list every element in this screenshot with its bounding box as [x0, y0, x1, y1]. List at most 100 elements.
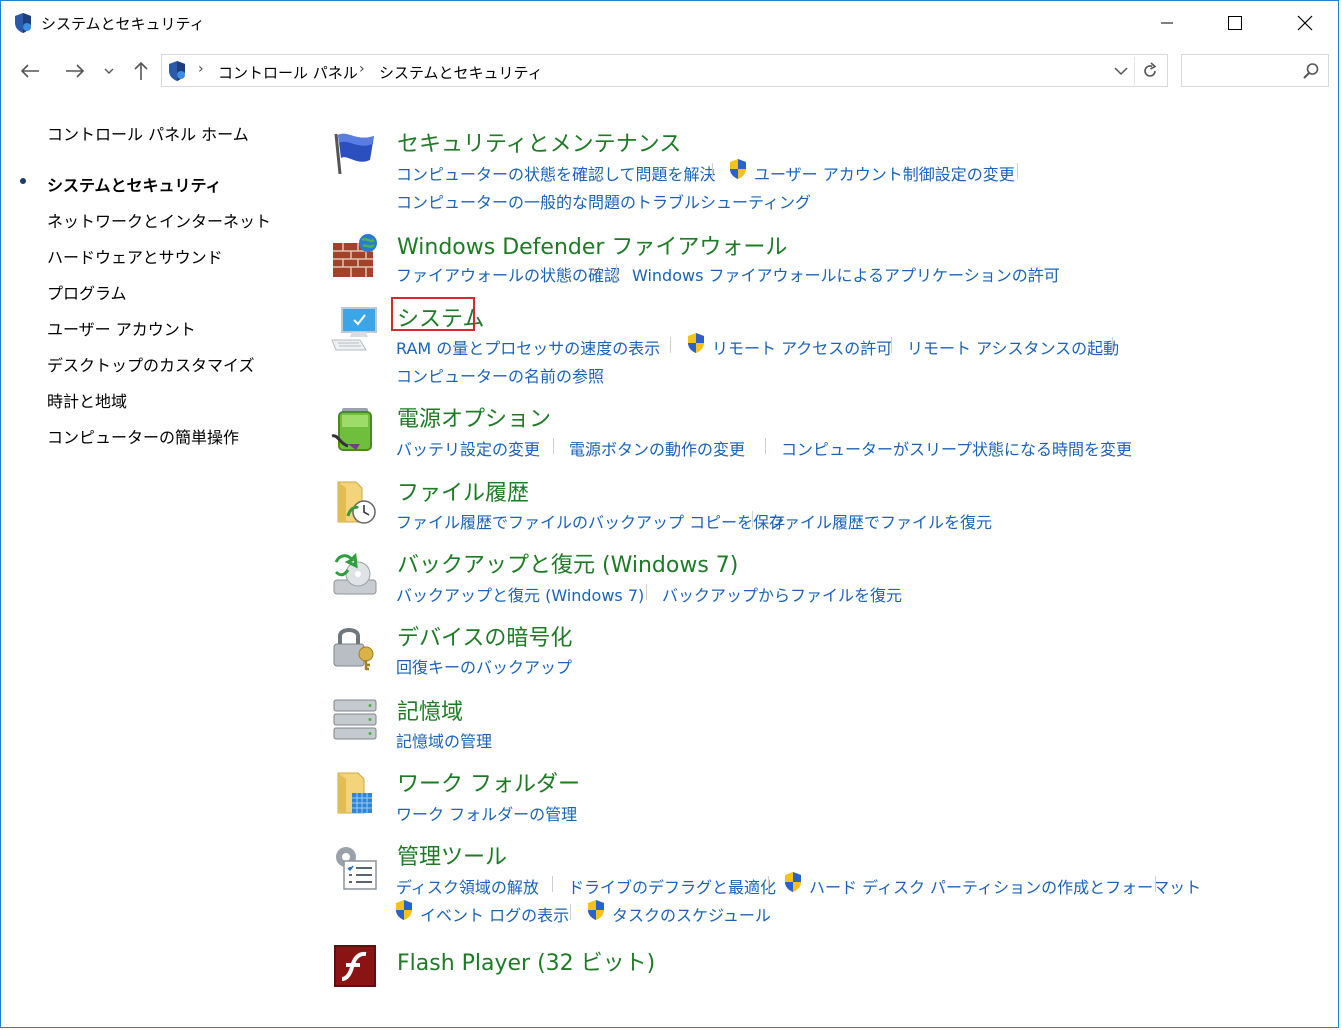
sidebar-item-personalization[interactable]: デスクトップのカスタマイズ — [47, 352, 255, 376]
close-icon — [1297, 15, 1313, 31]
minimize-icon — [1161, 22, 1173, 24]
link-separator — [646, 584, 647, 600]
firewall-icon — [333, 234, 377, 277]
computer-icon — [331, 307, 377, 351]
maximize-button[interactable] — [1212, 1, 1258, 45]
sidebar-item-ease-of-access[interactable]: コンピューターの簡単操作 — [47, 424, 239, 448]
work-folders-icon — [337, 772, 372, 814]
search-input[interactable] — [1181, 54, 1329, 87]
link-separator — [552, 876, 553, 892]
link-manage-storage[interactable]: 記憶域の管理 — [396, 728, 492, 752]
category-title-firewall[interactable]: Windows Defender ファイアウォール — [397, 229, 787, 261]
sidebar-item-programs[interactable]: プログラム — [47, 280, 127, 304]
link-firewall-status[interactable]: ファイアウォールの状態の確認 — [396, 262, 620, 286]
link-separator — [553, 438, 554, 454]
link-restore-files[interactable]: ファイル履歴でファイルを復元 — [768, 509, 992, 533]
link-separator — [670, 337, 671, 353]
link-separator — [570, 904, 571, 920]
link-view-event-logs[interactable]: イベント ログの表示 — [420, 902, 569, 926]
link-backup-recovery-key[interactable]: 回復キーのバックアップ — [396, 654, 572, 678]
sidebar-item-hardware-sound[interactable]: ハードウェアとサウンド — [47, 244, 223, 268]
link-see-computer-name[interactable]: コンピューターの名前の参照 — [396, 363, 604, 387]
link-allow-remote-access[interactable]: リモート アクセスの許可 — [712, 335, 892, 359]
title-bar: システムとセキュリティ — [1, 1, 1338, 47]
link-view-ram-processor[interactable]: RAM の量とプロセッサの速度の表示 — [396, 335, 660, 359]
storage-icon — [333, 699, 377, 740]
battery-icon — [331, 408, 372, 451]
flash-icon — [334, 945, 376, 987]
up-button[interactable] — [129, 59, 153, 83]
link-backup-restore-win7[interactable]: バックアップと復元 (Windows 7) — [396, 582, 644, 606]
category-title-file-history[interactable]: ファイル履歴 — [397, 475, 529, 507]
link-defragment-drives[interactable]: ドライブのデフラグと最適化 — [568, 874, 776, 898]
sidebar-item-clock-region[interactable]: 時計と地域 — [47, 388, 127, 412]
back-button[interactable] — [18, 59, 42, 83]
window-title: システムとセキュリティ — [41, 15, 205, 33]
category-title-power-options[interactable]: 電源オプション — [397, 401, 551, 433]
address-bar[interactable]: › コントロール パネル › システムとセキュリティ — [161, 54, 1168, 87]
category-title-security-maintenance[interactable]: セキュリティとメンテナンス — [397, 126, 681, 158]
link-separator — [891, 337, 892, 353]
uac-shield-icon — [396, 900, 412, 920]
refresh-icon — [1144, 62, 1157, 77]
link-free-disk-space[interactable]: ディスク領域の解放 — [396, 874, 539, 898]
link-allow-app[interactable]: Windows ファイアウォールによるアプリケーションの許可 — [632, 262, 1060, 286]
uac-shield-icon — [588, 900, 604, 920]
flag-icon — [334, 133, 374, 175]
category-title-device-encryption[interactable]: デバイスの暗号化 — [397, 620, 572, 652]
category-title-backup-restore[interactable]: バックアップと復元 (Windows 7) — [397, 547, 738, 579]
minimize-button[interactable] — [1144, 1, 1190, 45]
recent-locations-button[interactable] — [99, 59, 119, 83]
link-separator — [765, 438, 766, 454]
maximize-icon — [1228, 16, 1242, 30]
sidebar-item-system-security[interactable]: システムとセキュリティ — [47, 172, 222, 196]
link-separator — [1017, 163, 1018, 179]
sidebar-item-user-accounts[interactable]: ユーザー アカウント — [47, 316, 196, 340]
link-sleep-time[interactable]: コンピューターがスリープ状態になる時間を変更 — [781, 436, 1132, 460]
sidebar-item-network[interactable]: ネットワークとインターネット — [47, 208, 271, 232]
uac-shield-icon — [688, 333, 704, 353]
link-launch-remote-assistance[interactable]: リモート アシスタンスの起動 — [907, 335, 1119, 359]
back-arrow-icon — [20, 64, 39, 78]
close-button[interactable] — [1282, 1, 1328, 45]
forward-button[interactable] — [63, 59, 87, 83]
sidebar-item-control-panel-home[interactable]: コントロール パネル ホーム — [47, 121, 249, 145]
breadcrumb-system-security[interactable]: システムとセキュリティ — [379, 62, 543, 83]
admin-tools-icon — [336, 847, 377, 890]
control-panel-window: システムとセキュリティ › コントロール パネル › システムとセキュリティ コ… — [0, 0, 1339, 1028]
link-separator — [768, 876, 769, 892]
link-restore-from-backup[interactable]: バックアップからファイルを復元 — [662, 582, 902, 606]
category-title-flash-player[interactable]: Flash Player (32 ビット) — [397, 945, 655, 977]
address-dropdown-icon[interactable] — [1112, 62, 1130, 80]
highlight-box — [391, 297, 475, 331]
up-arrow-icon — [134, 61, 148, 80]
link-separator — [1155, 876, 1156, 892]
file-history-icon — [337, 481, 376, 524]
search-icon — [1303, 63, 1319, 79]
category-title-work-folders[interactable]: ワーク フォルダー — [397, 766, 580, 798]
uac-shield-icon — [730, 159, 746, 179]
link-troubleshooting[interactable]: コンピューターの一般的な問題のトラブルシューティング — [396, 189, 811, 213]
link-separator — [712, 163, 713, 179]
forward-arrow-icon — [66, 64, 85, 78]
link-battery-settings[interactable]: バッテリ設定の変更 — [396, 436, 540, 460]
link-separator — [1112, 337, 1113, 353]
refresh-button[interactable] — [1134, 57, 1165, 85]
link-separator — [616, 264, 617, 280]
link-create-format-partitions[interactable]: ハード ディスク パーティションの作成とフォーマット — [809, 874, 1201, 898]
current-item-bullet — [20, 178, 26, 184]
category-title-admin-tools[interactable]: 管理ツール — [397, 839, 507, 871]
link-schedule-tasks[interactable]: タスクのスケジュール — [612, 902, 771, 926]
link-power-buttons[interactable]: 電源ボタンの動作の変更 — [569, 436, 745, 460]
link-uac-settings[interactable]: ユーザー アカウント制御設定の変更 — [754, 161, 1015, 185]
link-save-backup-copies[interactable]: ファイル履歴でファイルのバックアップ コピーを保存 — [396, 509, 785, 533]
security-shield-icon — [169, 61, 185, 81]
link-check-status[interactable]: コンピューターの状態を確認して問題を解決 — [396, 161, 716, 185]
link-separator — [752, 511, 753, 527]
link-manage-work-folders[interactable]: ワーク フォルダーの管理 — [396, 801, 577, 825]
uac-shield-icon — [785, 872, 801, 892]
category-title-storage-spaces[interactable]: 記憶域 — [397, 694, 463, 726]
chevron-down-icon — [104, 68, 114, 74]
breadcrumb-control-panel[interactable]: コントロール パネル — [218, 62, 358, 83]
chevron-right-icon[interactable]: › — [359, 61, 365, 77]
